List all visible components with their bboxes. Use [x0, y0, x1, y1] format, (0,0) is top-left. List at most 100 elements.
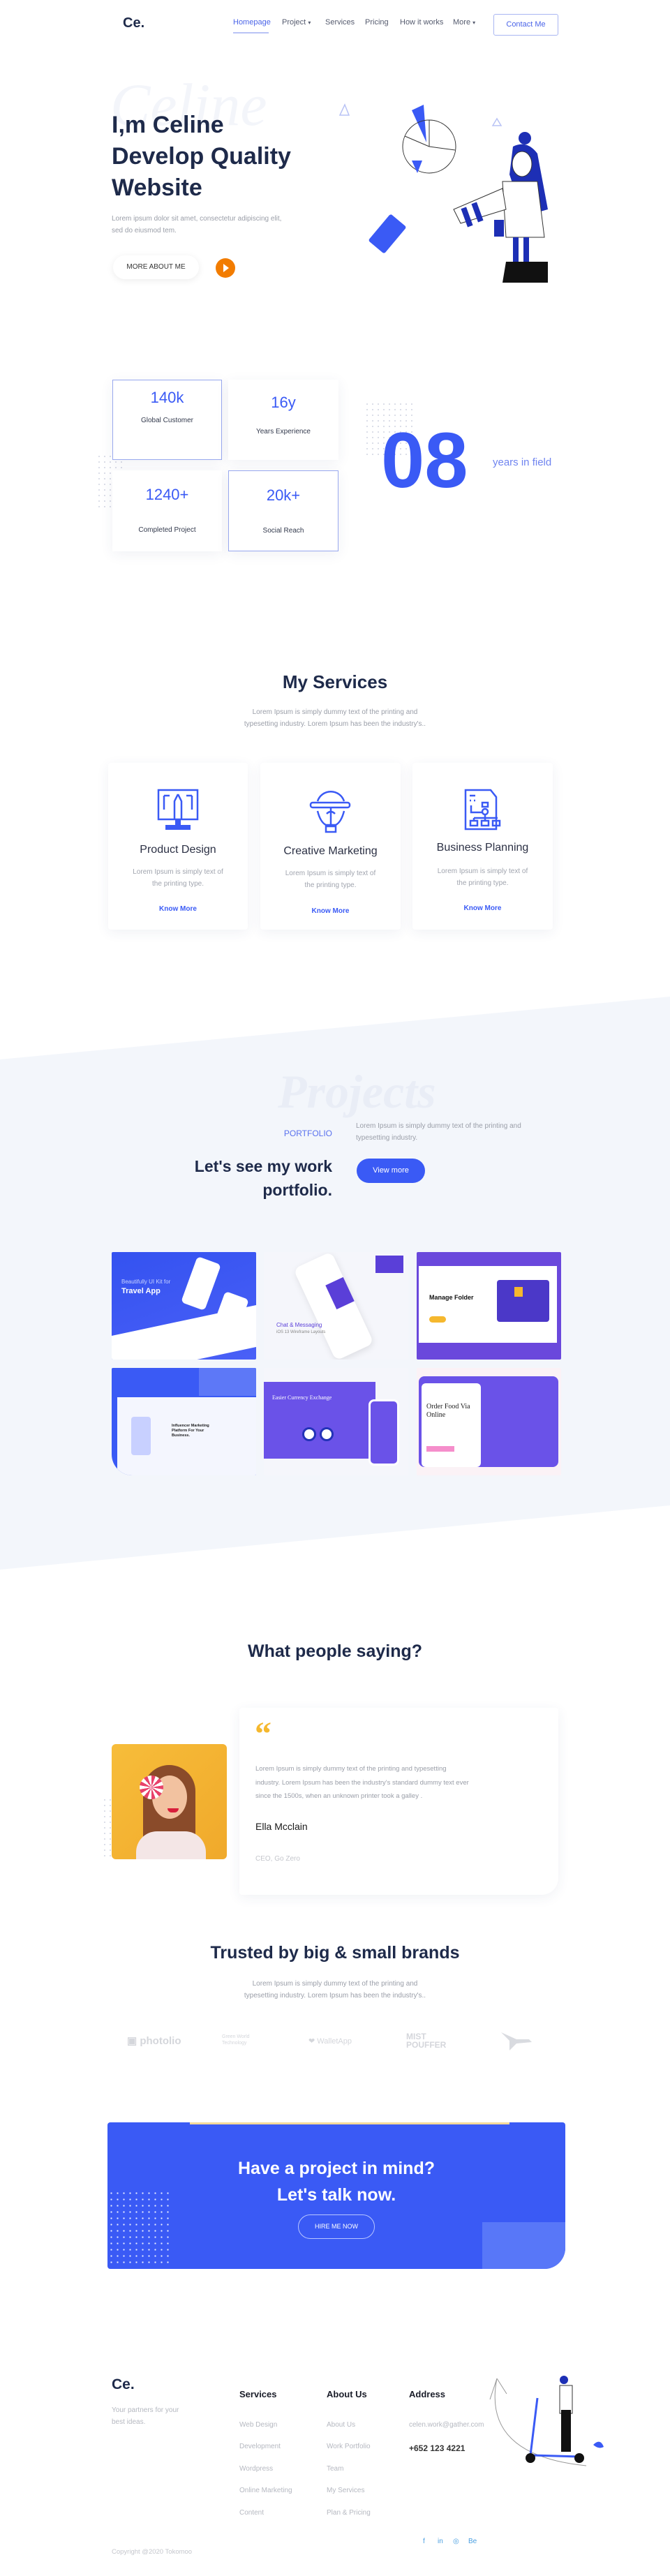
- cta-title: Have a project in mind? Let's talk now.: [107, 2155, 565, 2208]
- copyright: Copyright @2020 Tokomoo: [112, 2548, 193, 2556]
- portfolio-text: Lorem Ipsum is simply dummy text of the …: [356, 1120, 521, 1144]
- image-block: [375, 1256, 403, 1273]
- testimonial-title: What people saying?: [247, 1641, 423, 1661]
- nav-more[interactable]: More ▾: [453, 18, 475, 27]
- footer-link[interactable]: Online Marketing: [239, 2487, 292, 2494]
- portfolio-item[interactable]: Beautifully UI Kit for Travel App: [112, 1252, 256, 1360]
- facebook-icon[interactable]: f: [423, 2538, 425, 2545]
- subtitle-line: Lorem Ipsum is simply dummy text of the …: [252, 1980, 418, 1988]
- footer-link[interactable]: Work Portfolio: [327, 2443, 371, 2450]
- lightbulb-icon: [309, 791, 351, 833]
- play-icon: [223, 264, 229, 272]
- pie-slice: [412, 105, 426, 142]
- subtitle-line: typesetting industry. Lorem Ipsum has be…: [244, 720, 426, 728]
- know-more-link[interactable]: Know More: [108, 905, 248, 913]
- footer-link[interactable]: Development: [239, 2443, 281, 2450]
- bird-logo-icon: [501, 2032, 532, 2050]
- hero-text-line: Lorem ipsum dolor sit amet, consectetur …: [112, 215, 282, 223]
- tagline-line: best ideas.: [112, 2418, 146, 2426]
- footer-link[interactable]: Team: [327, 2465, 343, 2473]
- text-line: Lorem Ipsum is simply text of: [437, 868, 528, 875]
- portfolio-item[interactable]: Manage Folder: [417, 1252, 561, 1360]
- button-shape: [429, 1316, 446, 1323]
- portfolio-item-title: Order Food Via Online: [426, 1403, 470, 1419]
- portfolio-item-subtitle: iOS 13 Wireframe Layouts: [276, 1330, 326, 1334]
- chevron-down-icon: ▾: [308, 20, 311, 26]
- behance-icon[interactable]: Be: [468, 2538, 477, 2545]
- title-line: Let's see my work: [194, 1157, 332, 1175]
- portfolio-item[interactable]: Easier Currency Exchange: [264, 1368, 408, 1475]
- view-more-button[interactable]: View more: [357, 1159, 425, 1183]
- years-big-number: 08: [381, 417, 468, 504]
- know-more-link[interactable]: Know More: [260, 907, 401, 915]
- wheel: [574, 2453, 584, 2463]
- contact-me-button[interactable]: Contact Me: [493, 14, 558, 36]
- footer-link[interactable]: Content: [239, 2509, 264, 2517]
- hero-title: I,m Celine Develop Quality Website: [112, 110, 291, 204]
- footer-link[interactable]: My Services: [327, 2487, 364, 2494]
- portfolio-item[interactable]: Influencer Marketing Platform For Your B…: [112, 1368, 256, 1475]
- accent-block: [482, 2222, 565, 2269]
- phone-mockup: [293, 1252, 374, 1360]
- coffee-cup: [494, 220, 504, 237]
- text-line: the printing type.: [152, 880, 204, 888]
- hero-illustration: [338, 103, 548, 283]
- pie-lines: [404, 120, 456, 151]
- legs: [561, 2410, 571, 2452]
- service-text: Lorem Ipsum is simply text of the printin…: [433, 865, 532, 889]
- hair-bun: [519, 132, 531, 144]
- accent-block: [199, 1368, 256, 1396]
- testimonial-role: CEO, Go Zero: [255, 1855, 300, 1863]
- footer-email[interactable]: celen.work@gather.com: [409, 2421, 484, 2429]
- triangle-shape: [412, 161, 422, 173]
- dribbble-icon[interactable]: ◎: [453, 2538, 459, 2545]
- camera-icon: ▣: [127, 2035, 137, 2047]
- text-line: the printing type.: [304, 881, 357, 889]
- nav-homepage[interactable]: Homepage: [233, 18, 271, 27]
- accent-line: [190, 2122, 509, 2124]
- title-line: portfolio.: [262, 1181, 332, 1199]
- linkedin-icon[interactable]: in: [438, 2538, 443, 2545]
- more-about-me-button[interactable]: MORE ABOUT ME: [113, 255, 199, 279]
- brand-logo-photolio: ▣ photolio: [127, 2034, 181, 2047]
- hero-text-line: sed do eiusmod tem.: [112, 227, 177, 234]
- portfolio-item[interactable]: Order Food Via Online: [417, 1368, 561, 1475]
- know-more-link[interactable]: Know More: [412, 904, 553, 912]
- text-line: the printing type.: [456, 879, 509, 887]
- monitor-pen-icon: [157, 789, 199, 830]
- footer-link[interactable]: Web Design: [239, 2421, 277, 2429]
- text-line: Lorem Ipsum is simply text of: [285, 870, 376, 877]
- wheel: [526, 2453, 535, 2463]
- face: [512, 151, 533, 177]
- portfolio-item-title: Travel App: [121, 1287, 161, 1295]
- tagline-line: Your partners for your: [112, 2406, 179, 2414]
- portfolio-item-title: Influencer Marketing Platform For Your B…: [172, 1424, 209, 1438]
- portfolio-item-title: Easier Currency Exchange: [272, 1394, 332, 1401]
- footer-link[interactable]: Wordpress: [239, 2465, 273, 2473]
- subtitle-line: typesetting industry. Lorem Ipsum has be…: [244, 1992, 426, 2000]
- brand-name: Green World Technology: [222, 2034, 250, 2046]
- nav-how-it-works[interactable]: How it works: [400, 18, 443, 27]
- coin-shape: [302, 1427, 316, 1441]
- nav-services[interactable]: Services: [325, 18, 355, 27]
- nav-project[interactable]: Project ▾: [282, 18, 311, 27]
- footer-link[interactable]: Plan & Pricing: [327, 2509, 371, 2517]
- portfolio-title: Let's see my work portfolio.: [140, 1154, 332, 1202]
- portfolio-item[interactable]: Chat & Messaging iOS 13 Wireframe Layout…: [264, 1252, 408, 1360]
- footer-column-title: Address: [409, 2389, 446, 2399]
- chevron-down-icon: ▾: [472, 20, 476, 26]
- play-button[interactable]: [216, 258, 235, 278]
- brand-name: photolio: [140, 2035, 181, 2047]
- footer-logo[interactable]: Ce.: [112, 2376, 135, 2393]
- panel: [422, 1383, 481, 1467]
- hire-me-button[interactable]: HIRE ME NOW: [298, 2214, 375, 2239]
- logo[interactable]: Ce.: [123, 15, 144, 31]
- body: [559, 2385, 573, 2414]
- hero-title-line: Develop Quality: [112, 143, 291, 170]
- stat-label: Years Experience: [255, 428, 311, 435]
- footer-link[interactable]: About Us: [327, 2421, 355, 2429]
- brand-logo-green-world: Green World Technology: [222, 2034, 274, 2046]
- nav-project-label: Project: [282, 18, 306, 27]
- flowchart-document-icon: [464, 789, 501, 831]
- nav-pricing[interactable]: Pricing: [365, 18, 389, 27]
